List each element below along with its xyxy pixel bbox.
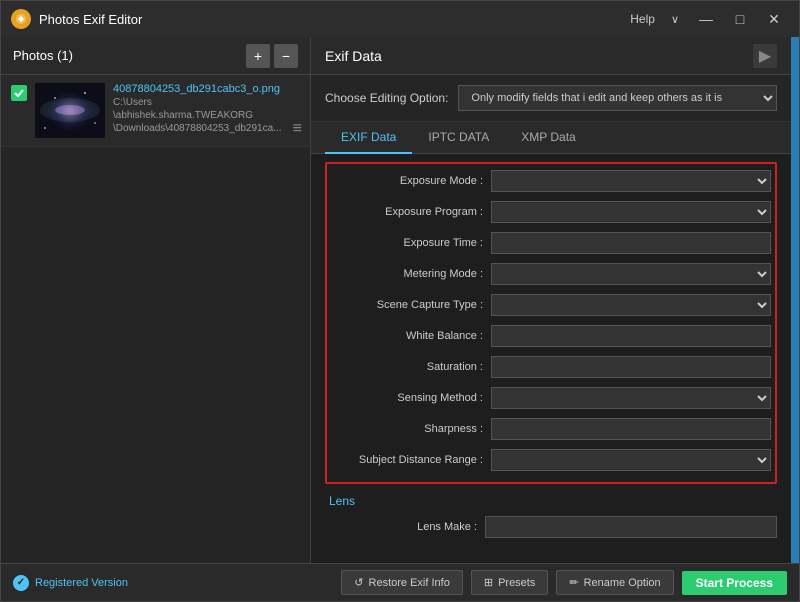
form-row-scene-capture: Scene Capture Type : — [331, 292, 771, 318]
exif-panel-header: Exif Data ▶ — [311, 37, 791, 75]
nav-forward-button[interactable]: ▶ — [753, 44, 777, 68]
exposure-section: Exposure Mode : Exposure Program : Expos… — [325, 162, 777, 484]
right-panel: Exif Data ▶ Choose Editing Option: Only … — [311, 37, 791, 563]
title-bar: Photos Exif Editor Help ∨ — □ ✕ — [1, 1, 799, 37]
photo-menu-icon[interactable]: ≡ — [293, 120, 302, 138]
form-row-subject-distance: Subject Distance Range : — [331, 447, 771, 473]
white-balance-label: White Balance : — [331, 330, 491, 342]
status-registered: ✓ Registered Version — [13, 575, 128, 591]
photo-path-1: C:\Users — [113, 97, 300, 108]
tab-xmp-data[interactable]: XMP Data — [505, 122, 591, 154]
presets-label: Presets — [498, 577, 535, 589]
restore-label: Restore Exif Info — [369, 577, 450, 589]
sensing-method-select[interactable] — [491, 387, 771, 409]
exposure-time-label: Exposure Time : — [331, 237, 491, 249]
photo-info: 40878804253_db291cabc3_o.png C:\Users \a… — [113, 83, 300, 134]
metering-mode-select[interactable] — [491, 263, 771, 285]
photos-panel-actions: + − — [246, 44, 298, 68]
close-button[interactable]: ✕ — [759, 8, 789, 30]
photo-filename: 40878804253_db291cabc3_o.png — [113, 83, 300, 95]
subject-distance-select[interactable] — [491, 449, 771, 471]
sharpness-input[interactable] — [491, 418, 771, 440]
tab-exif-data[interactable]: EXIF Data — [325, 122, 412, 154]
tab-iptc-data[interactable]: IPTC DATA — [412, 122, 505, 154]
saturation-label: Saturation : — [331, 361, 491, 373]
help-menu[interactable]: Help — [630, 12, 655, 26]
saturation-input[interactable] — [491, 356, 771, 378]
photo-checkbox[interactable] — [11, 85, 27, 101]
rename-option-button[interactable]: ✏ Rename Option — [556, 570, 673, 595]
white-balance-input[interactable] — [491, 325, 771, 347]
form-row-sharpness: Sharpness : — [331, 416, 771, 442]
form-row-sensing-method: Sensing Method : — [331, 385, 771, 411]
lens-make-input[interactable] — [485, 516, 777, 538]
lens-make-label: Lens Make : — [325, 521, 485, 533]
maximize-button[interactable]: □ — [725, 8, 755, 30]
metering-mode-label: Metering Mode : — [331, 268, 491, 280]
editing-option-row: Choose Editing Option: Only modify field… — [311, 75, 791, 122]
form-row-exposure-mode: Exposure Mode : — [331, 168, 771, 194]
main-content: Photos (1) + − — [1, 37, 799, 563]
photo-thumbnail — [35, 83, 105, 138]
left-panel: Photos (1) + − — [1, 37, 311, 563]
form-row-white-balance: White Balance : — [331, 323, 771, 349]
photos-panel-header: Photos (1) + − — [1, 37, 310, 75]
lens-section-title: Lens — [325, 494, 777, 508]
app-title: Photos Exif Editor — [39, 12, 630, 27]
status-actions: ↺ Restore Exif Info ⊞ Presets ✏ Rename O… — [341, 570, 787, 595]
form-row-exposure-program: Exposure Program : — [331, 199, 771, 225]
subject-distance-label: Subject Distance Range : — [331, 454, 491, 466]
exposure-mode-label: Exposure Mode : — [331, 175, 491, 187]
start-process-button[interactable]: Start Process — [682, 571, 787, 595]
editing-option-select[interactable]: Only modify fields that i edit and keep … — [458, 85, 777, 111]
minimize-button[interactable]: — — [691, 8, 721, 30]
status-bar: ✓ Registered Version ↺ Restore Exif Info… — [1, 563, 799, 601]
rename-icon: ✏ — [569, 576, 578, 589]
photo-list-item[interactable]: 40878804253_db291cabc3_o.png C:\Users \a… — [1, 75, 310, 147]
sensing-method-label: Sensing Method : — [331, 392, 491, 404]
presets-icon: ⊞ — [484, 576, 493, 589]
exif-panel-title: Exif Data — [325, 48, 382, 64]
remove-photo-button[interactable]: − — [274, 44, 298, 68]
app-icon — [11, 9, 31, 29]
presets-button[interactable]: ⊞ Presets — [471, 570, 549, 595]
restore-icon: ↺ — [354, 576, 363, 589]
exposure-program-select[interactable] — [491, 201, 771, 223]
window-controls: Help ∨ — □ ✕ — [630, 8, 789, 30]
registered-label: Registered Version — [35, 577, 128, 589]
editing-option-label: Choose Editing Option: — [325, 91, 448, 105]
app-window: Photos Exif Editor Help ∨ — □ ✕ Photos (… — [0, 0, 800, 602]
exposure-program-label: Exposure Program : — [331, 206, 491, 218]
form-row-exposure-time: Exposure Time : — [331, 230, 771, 256]
add-photo-button[interactable]: + — [246, 44, 270, 68]
exposure-mode-select[interactable] — [491, 170, 771, 192]
registered-icon: ✓ — [13, 575, 29, 591]
exposure-time-input[interactable] — [491, 232, 771, 254]
photo-path-3: \Downloads\40878804253_db291ca... — [113, 123, 300, 134]
form-row-lens-make: Lens Make : — [325, 514, 777, 540]
form-area: Exposure Mode : Exposure Program : Expos… — [311, 154, 791, 563]
rename-label: Rename Option — [584, 577, 661, 589]
form-row-saturation: Saturation : — [331, 354, 771, 380]
form-row-metering-mode: Metering Mode : — [331, 261, 771, 287]
scene-capture-select[interactable] — [491, 294, 771, 316]
photo-path-2: \abhishek.sharma.TWEAKORG — [113, 110, 300, 121]
restore-exif-button[interactable]: ↺ Restore Exif Info — [341, 570, 463, 595]
right-strip — [791, 37, 799, 563]
photos-panel-title: Photos (1) — [13, 48, 73, 63]
sharpness-label: Sharpness : — [331, 423, 491, 435]
scene-capture-label: Scene Capture Type : — [331, 299, 491, 311]
tabs-bar: EXIF Data IPTC DATA XMP Data — [311, 122, 791, 154]
